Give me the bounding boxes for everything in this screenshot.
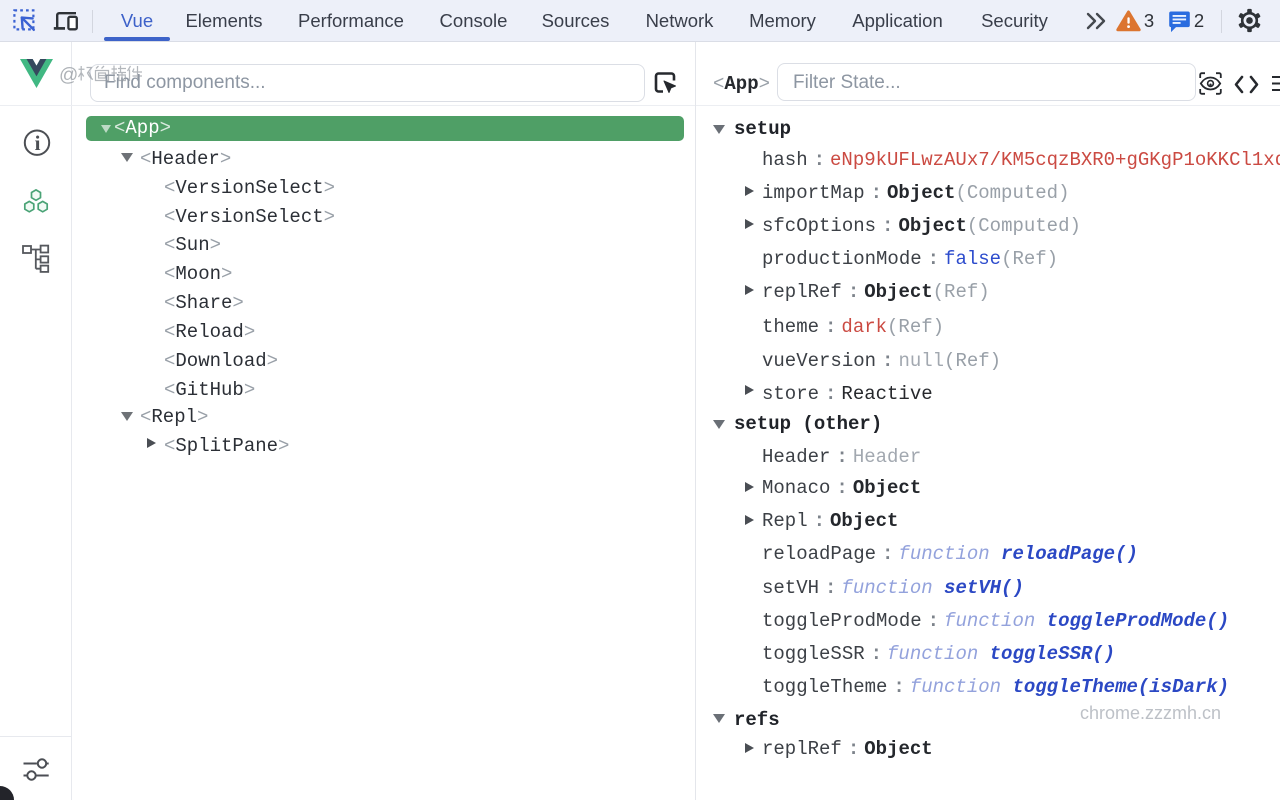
svg-text:i: i — [35, 131, 41, 155]
